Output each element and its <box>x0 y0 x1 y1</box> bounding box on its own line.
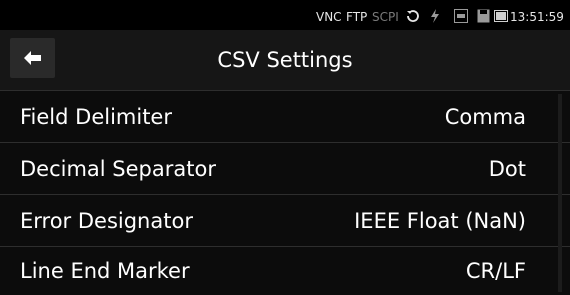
setting-label: Error Designator <box>20 209 193 233</box>
scrollbar[interactable] <box>558 94 562 292</box>
lightning-icon <box>430 9 440 26</box>
setting-label: Line End Marker <box>20 259 190 283</box>
setting-value: IEEE Float (NaN) <box>354 209 526 233</box>
back-button[interactable] <box>10 38 55 78</box>
log-icon <box>454 9 468 26</box>
setting-label: Field Delimiter <box>20 105 172 129</box>
floppy-disk-icon <box>477 9 490 26</box>
vnc-indicator: VNC <box>316 10 342 24</box>
clock: 13:51:59 <box>510 10 564 24</box>
setting-row-field-delimiter[interactable]: Field Delimiter Comma <box>0 90 570 142</box>
setting-value: CR/LF <box>465 259 526 283</box>
ftp-indicator: FTP <box>346 10 368 24</box>
setting-row-error-designator[interactable]: Error Designator IEEE Float (NaN) <box>0 194 570 246</box>
sync-icon <box>405 9 421 26</box>
setting-row-line-end-marker[interactable]: Line End Marker CR/LF <box>0 246 570 295</box>
screen-icon <box>494 9 508 26</box>
header: CSV Settings <box>0 30 570 90</box>
scpi-indicator: SCPI <box>372 10 399 24</box>
setting-value: Dot <box>488 157 526 181</box>
setting-label: Decimal Separator <box>20 157 216 181</box>
arrow-left-icon <box>23 50 42 70</box>
status-bar: VNC FTP SCPI 13:51:59 <box>0 0 570 30</box>
page-title: CSV Settings <box>217 48 353 72</box>
screen: VNC FTP SCPI 13:51:59 CSV Settings Field… <box>0 0 570 295</box>
setting-value: Comma <box>444 105 526 129</box>
setting-row-decimal-separator[interactable]: Decimal Separator Dot <box>0 142 570 194</box>
